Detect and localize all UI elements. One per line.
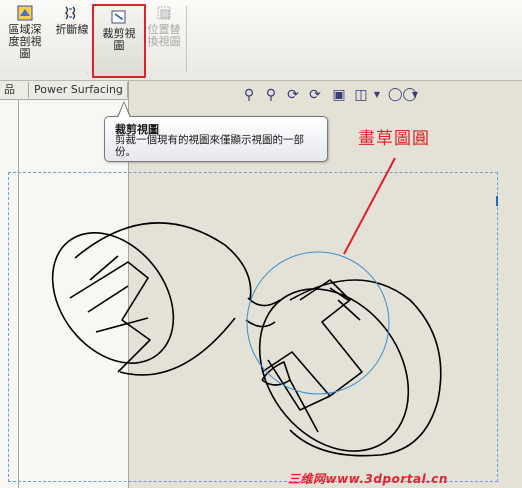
left-cylinder-body <box>74 222 252 376</box>
right-cylinder-face <box>258 288 410 452</box>
part-drawing <box>51 157 442 457</box>
annotation-label: 畫草圖圓 <box>358 129 430 149</box>
tooltip-pointer-fill <box>118 103 130 118</box>
neck <box>245 297 281 328</box>
annotation-leader-line <box>343 157 396 255</box>
watermark: 三维网www.3dportal.cn <box>288 472 448 486</box>
left-slot <box>69 255 151 373</box>
right-cylinder-body <box>289 279 442 457</box>
crop-view-tooltip: 裁剪視圖 剪裁一個現有的視圖來僅顯示視圖的一部份。 <box>104 101 328 162</box>
tooltip-body: 剪裁一個現有的視圖來僅顯示視圖的一部份。 <box>115 134 304 158</box>
left-cylinder-face <box>51 232 175 364</box>
